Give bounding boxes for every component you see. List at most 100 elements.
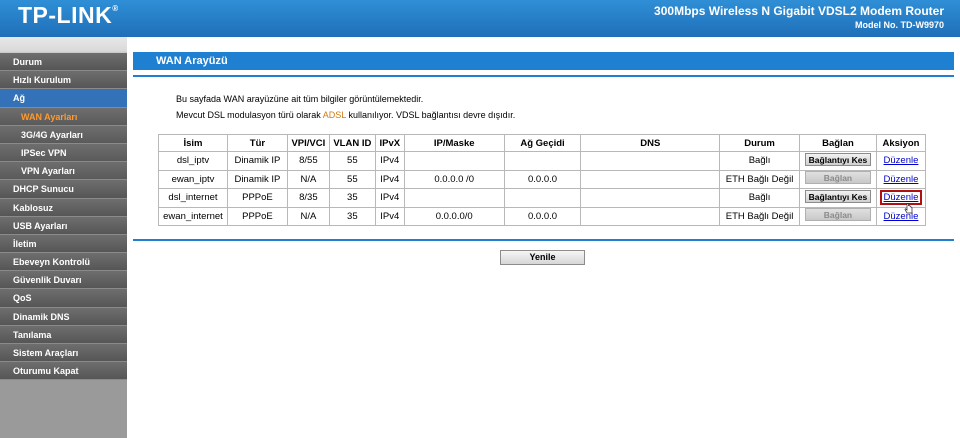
cell-ip-mask: 0.0.0.0/0 <box>403 206 505 226</box>
cell-connect: Bağlan <box>798 206 877 226</box>
column-header-aksiyon: Aksiyon <box>875 134 927 152</box>
sidebar-subitem-vpn-ayarlari[interactable]: VPN Ayarları <box>0 162 127 181</box>
sidebar: Durum Hızlı Kurulum Ağ WAN Ayarları 3G/4… <box>0 37 127 438</box>
main-content: WAN Arayüzü Bu sayfada WAN arayüzüne ait… <box>127 37 960 438</box>
refresh-button[interactable]: Yenile <box>500 250 585 265</box>
sidebar-item-ebeveyn-kontrolu[interactable]: Ebeveyn Kontrolü <box>0 253 127 272</box>
description-line-2: Mevcut DSL modulasyon türü olarak ADSL k… <box>176 110 516 120</box>
sidebar-menu: Durum Hızlı Kurulum Ağ WAN Ayarları 3G/4… <box>0 53 127 381</box>
sidebar-subitem-wan-ayarlari[interactable]: WAN Ayarları <box>0 107 127 126</box>
cell-gateway: 0.0.0.0 <box>503 206 582 226</box>
cell-gateway <box>503 151 582 171</box>
cell-status: ETH Bağlı Değil <box>719 206 800 226</box>
cell-type: Dinamik IP <box>226 151 288 171</box>
cell-gateway <box>503 188 582 208</box>
table-row: ewan_internet PPPoE N/A 35 IPv4 0.0.0.0/… <box>158 206 927 226</box>
cell-vpivci: 8/55 <box>286 151 330 171</box>
cell-dns <box>580 151 721 171</box>
table-header-row: İsim Tür VPI/VCI VLAN ID IPvX IP/Maske A… <box>158 134 927 152</box>
table-row: dsl_iptv Dinamik IP 8/55 55 IPv4 Bağlı B… <box>158 151 927 171</box>
sidebar-item-sistem-araclari[interactable]: Sistem Araçları <box>0 344 127 363</box>
cell-vlan: 55 <box>328 151 376 171</box>
sidebar-item-durum[interactable]: Durum <box>0 53 127 72</box>
disconnect-button[interactable]: Bağlantıyı Kes <box>804 189 871 203</box>
sidebar-item-iletim[interactable]: İletim <box>0 234 127 254</box>
cell-ipvx: IPv4 <box>374 151 405 171</box>
sidebar-item-qos[interactable]: QoS <box>0 289 127 308</box>
column-header-isim: İsim <box>158 134 228 152</box>
wan-interface-table: İsim Tür VPI/VCI VLAN ID IPvX IP/Maske A… <box>158 134 927 226</box>
cell-vpivci: 8/35 <box>286 188 330 208</box>
header: TP-LINK® 300Mbps Wireless N Gigabit VDSL… <box>0 0 960 37</box>
cell-name: dsl_iptv <box>158 151 228 171</box>
cell-connect: Bağlantıyı Kes <box>798 188 877 208</box>
cell-connect: Bağlan <box>798 169 877 189</box>
cell-gateway: 0.0.0.0 <box>503 169 582 189</box>
cell-ipvx: IPv4 <box>374 206 405 226</box>
description-line-1: Bu sayfada WAN arayüzüne ait tüm bilgile… <box>176 94 424 104</box>
sidebar-subitem-3g4g-ayarlari[interactable]: 3G/4G Ayarları <box>0 125 127 144</box>
sidebar-subitem-ipsec-vpn[interactable]: IPSec VPN <box>0 143 127 163</box>
sidebar-item-hizli-kurulum[interactable]: Hızlı Kurulum <box>0 71 127 90</box>
edit-link-highlighted[interactable]: Düzenle <box>879 190 923 206</box>
edit-link[interactable]: Düzenle <box>884 155 919 166</box>
cell-ip-mask: 0.0.0.0 /0 <box>403 169 505 189</box>
section-divider <box>133 75 954 77</box>
sidebar-item-kablosuz[interactable]: Kablosuz <box>0 198 127 217</box>
cell-status: ETH Bağlı Değil <box>719 169 800 189</box>
cell-ipvx: IPv4 <box>374 169 405 189</box>
cell-name: dsl_internet <box>158 188 228 208</box>
cell-status: Bağlı <box>719 188 800 208</box>
cell-vpivci: N/A <box>286 206 330 226</box>
hand-pointer-icon <box>904 203 913 214</box>
sidebar-item-guvenlik-duvari[interactable]: Güvenlik Duvarı <box>0 271 127 290</box>
cell-dns <box>580 188 721 208</box>
cell-type: Dinamik IP <box>226 169 288 189</box>
cell-name: ewan_internet <box>158 206 228 226</box>
cell-status: Bağlı <box>719 151 800 171</box>
cell-vlan: 35 <box>328 188 376 208</box>
column-header-vlan-id: VLAN ID <box>328 134 376 152</box>
cell-type: PPPoE <box>226 206 288 226</box>
cell-vlan: 35 <box>328 206 376 226</box>
sidebar-item-oturumu-kapat[interactable]: Oturumu Kapat <box>0 362 127 381</box>
column-header-baglan: Bağlan <box>798 134 877 152</box>
cell-action: Düzenle <box>875 206 927 226</box>
tp-link-logo: TP-LINK® <box>18 2 119 28</box>
cell-ip-mask <box>403 151 505 171</box>
column-header-ipvx: IPvX <box>374 134 405 152</box>
cell-ipvx: IPv4 <box>374 188 405 208</box>
cell-connect: Bağlantıyı Kes <box>798 151 877 171</box>
model-number: Model No. TD-W9970 <box>854 20 944 30</box>
sidebar-item-tanilama[interactable]: Tanılama <box>0 325 127 344</box>
cell-dns <box>580 169 721 189</box>
sidebar-item-dinamik-dns[interactable]: Dinamik DNS <box>0 307 127 326</box>
cell-vlan: 55 <box>328 169 376 189</box>
column-header-ag-gecidi: Ağ Geçidi <box>503 134 582 152</box>
cell-action: Düzenle <box>875 169 927 189</box>
cell-ip-mask <box>403 188 505 208</box>
cell-type: PPPoE <box>226 188 288 208</box>
edit-link[interactable]: Düzenle <box>884 174 919 185</box>
modulation-type: ADSL <box>322 110 346 120</box>
column-header-tur: Tür <box>226 134 288 152</box>
product-title: 300Mbps Wireless N Gigabit VDSL2 Modem R… <box>654 4 944 18</box>
section-bottom-divider <box>133 239 954 241</box>
cell-vpivci: N/A <box>286 169 330 189</box>
sidebar-item-ag[interactable]: Ağ <box>0 89 127 108</box>
column-header-durum: Durum <box>719 134 800 152</box>
column-header-ip-maske: IP/Maske <box>403 134 505 152</box>
column-header-vpivci: VPI/VCI <box>286 134 330 152</box>
sidebar-item-dhcp-sunucu[interactable]: DHCP Sunucu <box>0 180 127 199</box>
cell-action: Düzenle <box>875 188 927 208</box>
cell-name: ewan_iptv <box>158 169 228 189</box>
connect-button[interactable]: Bağlan <box>804 208 871 222</box>
sidebar-item-usb-ayarlari[interactable]: USB Ayarları <box>0 216 127 235</box>
section-title: WAN Arayüzü <box>133 52 954 70</box>
table-row: ewan_iptv Dinamik IP N/A 55 IPv4 0.0.0.0… <box>158 169 927 189</box>
cell-action: Düzenle <box>875 151 927 171</box>
cell-dns <box>580 206 721 226</box>
disconnect-button[interactable]: Bağlantıyı Kes <box>804 152 871 166</box>
connect-button[interactable]: Bağlan <box>804 171 871 185</box>
column-header-dns: DNS <box>580 134 721 152</box>
